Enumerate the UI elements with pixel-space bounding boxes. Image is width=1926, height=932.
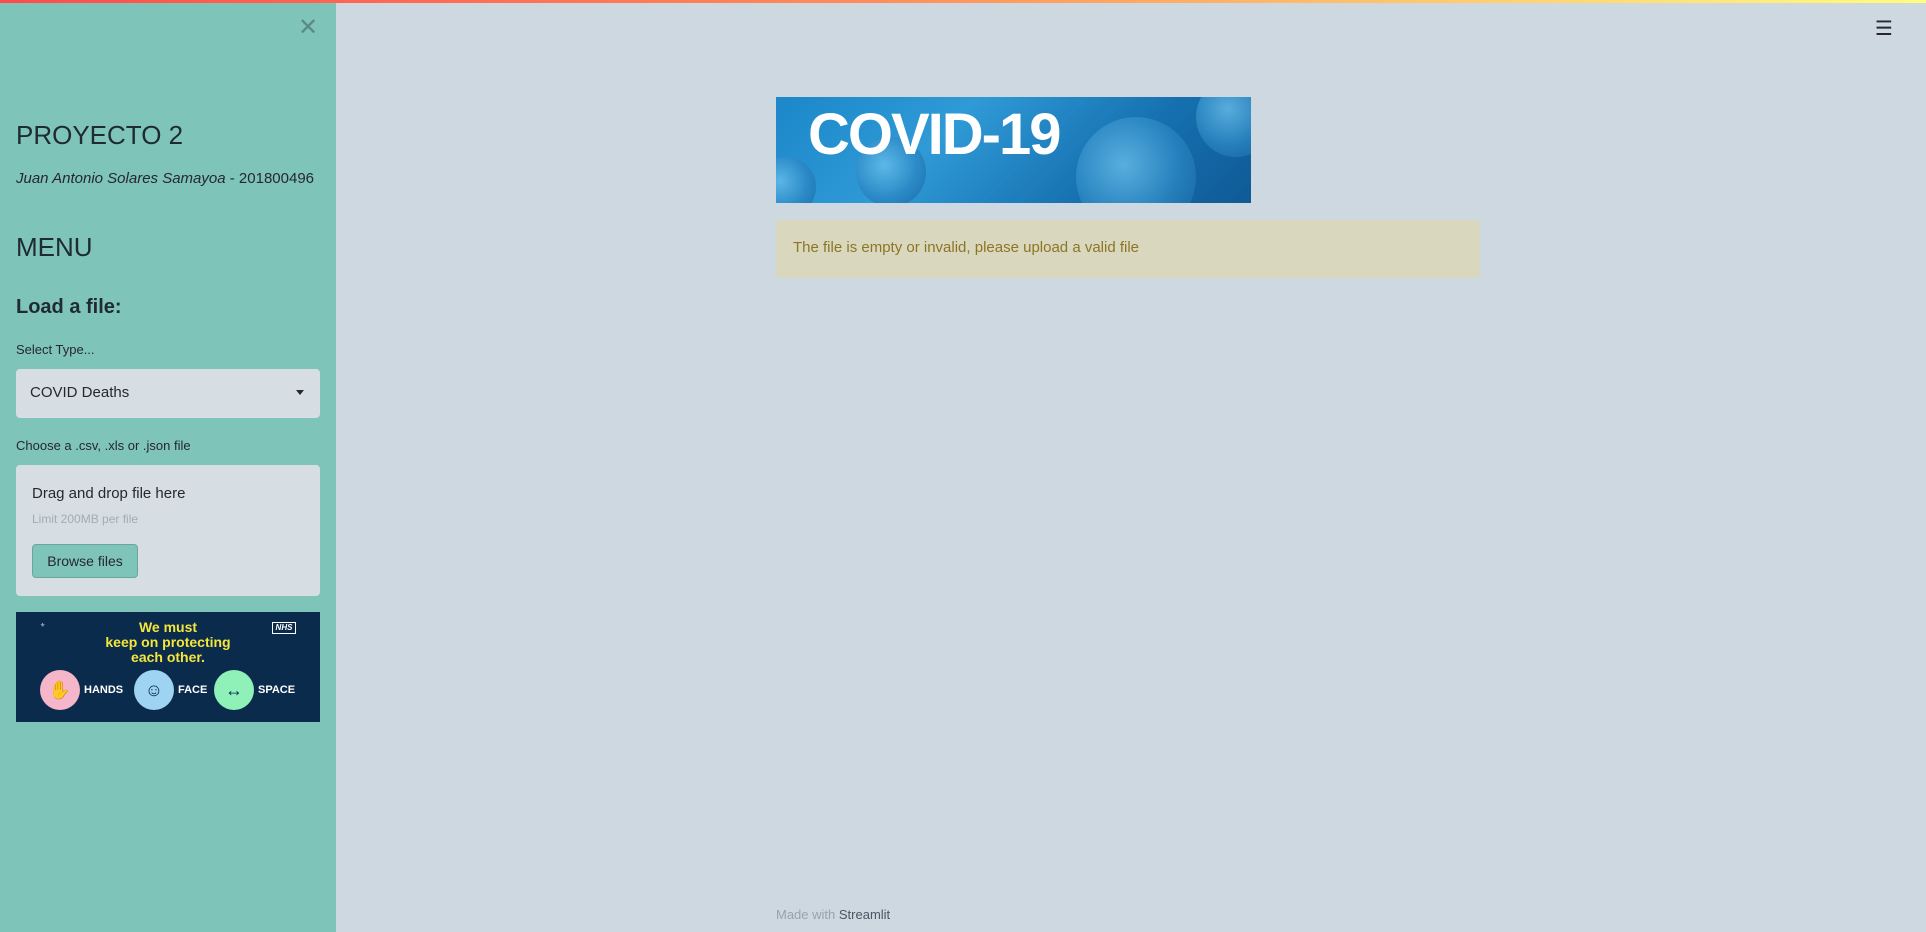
alert-message: The file is empty or invalid, please upl… bbox=[793, 239, 1140, 256]
face-mask-icon: ☺ bbox=[134, 670, 174, 710]
ad-face-label: FACE bbox=[178, 684, 208, 696]
warning-alert: The file is empty or invalid, please upl… bbox=[776, 220, 1480, 278]
author-line: Juan Antonio Solares Samayoa - 201800496 bbox=[16, 170, 314, 187]
ad-headline: We must keep on protecting each other. bbox=[16, 620, 320, 665]
author-name: Juan Antonio Solares Samayoa bbox=[16, 170, 226, 187]
load-file-heading: Load a file: bbox=[16, 296, 122, 318]
virus-decoration bbox=[1076, 117, 1196, 203]
top-decoration-bar bbox=[0, 0, 1926, 3]
browse-files-button[interactable]: Browse files bbox=[32, 544, 138, 578]
hands-icon: ✋ bbox=[40, 670, 80, 710]
ad-line-3: each other. bbox=[131, 649, 205, 665]
menu-heading: MENU bbox=[16, 232, 93, 262]
caret-down-icon bbox=[296, 390, 304, 395]
ad-hands-label: HANDS bbox=[84, 684, 124, 696]
ad-space-label: SPACE bbox=[258, 684, 296, 696]
streamlit-link[interactable]: Streamlit bbox=[839, 907, 890, 922]
banner-covid-text: COVID-19 bbox=[808, 102, 1062, 167]
select-type-label: Select Type... bbox=[16, 342, 95, 357]
virus-decoration bbox=[1196, 97, 1251, 157]
sidebar: ✕ PROYECTO 2 Juan Antonio Solares Samayo… bbox=[0, 0, 336, 932]
author-separator: - bbox=[225, 170, 239, 187]
footer: Made with Streamlit bbox=[776, 907, 890, 922]
ad-line-1: We must bbox=[138, 619, 198, 635]
covid-banner-image: COVID-19 bbox=[776, 97, 1251, 203]
sidebar-title: PROYECTO 2 bbox=[16, 120, 184, 150]
space-icon: ↔ bbox=[214, 670, 254, 710]
hands-face-space-ad-image: ⚜ NHS We must keep on protecting each ot… bbox=[16, 612, 320, 722]
dropzone-title: Drag and drop file here bbox=[32, 485, 186, 502]
type-select-value: COVID Deaths bbox=[30, 384, 130, 401]
file-dropzone[interactable]: Drag and drop file here Limit 200MB per … bbox=[16, 465, 320, 596]
hamburger-menu-icon[interactable]: ☰ bbox=[1873, 18, 1895, 40]
author-id: 201800496 bbox=[238, 170, 315, 187]
close-sidebar-icon[interactable]: ✕ bbox=[296, 16, 320, 40]
ad-line-2: keep on protecting bbox=[105, 634, 231, 650]
dropzone-limit: Limit 200MB per file bbox=[32, 512, 139, 526]
footer-prefix: Made with bbox=[776, 907, 839, 922]
file-chooser-label: Choose a .csv, .xls or .json file bbox=[16, 438, 191, 453]
type-select[interactable]: COVID Deaths bbox=[16, 369, 320, 418]
